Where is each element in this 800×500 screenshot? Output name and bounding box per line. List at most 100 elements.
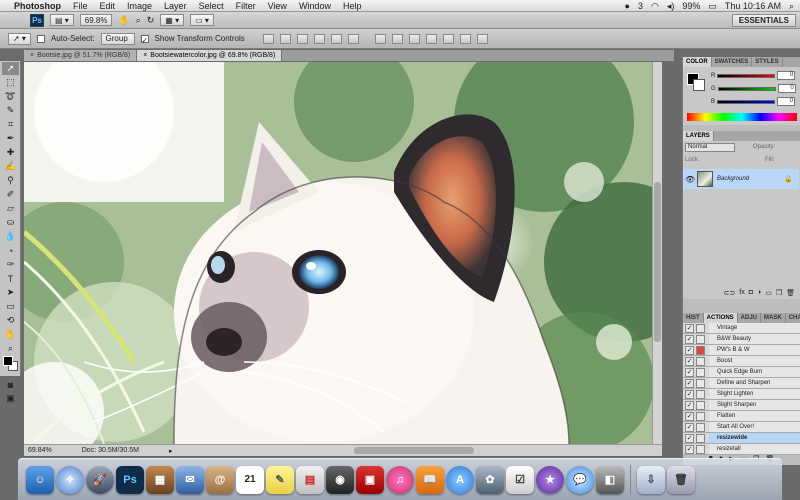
doc-tab-close[interactable]: × bbox=[30, 52, 34, 59]
shape-tool-icon[interactable]: ▭ bbox=[2, 300, 19, 313]
hand-tool-icon[interactable]: ✋ bbox=[118, 15, 129, 26]
app-store-icon[interactable]: A bbox=[446, 465, 474, 494]
photoshop-dock-icon[interactable]: Ps bbox=[116, 465, 144, 494]
launchpad-icon[interactable]: 🚀 bbox=[86, 465, 114, 494]
auto-align-button[interactable] bbox=[476, 33, 488, 44]
zoom-tool-icon-2[interactable]: ⌕ bbox=[2, 342, 19, 355]
app-menu[interactable]: Photoshop bbox=[14, 1, 61, 11]
imovie-icon[interactable]: ★ bbox=[536, 465, 564, 494]
reminders-icon[interactable]: ☑ bbox=[506, 465, 534, 494]
safari-icon[interactable]: ✧ bbox=[56, 465, 84, 494]
action-boost[interactable]: ✓ Boost bbox=[683, 356, 800, 367]
lasso-tool-icon[interactable]: ➰ bbox=[2, 90, 19, 103]
tab-history[interactable]: HIST bbox=[683, 313, 704, 323]
tab-swatches[interactable]: SWATCHES bbox=[712, 57, 753, 67]
image-capture-icon[interactable]: ▦ bbox=[146, 465, 174, 494]
facetime-icon[interactable]: ◉ bbox=[326, 465, 354, 494]
healing-brush-tool-icon[interactable]: ✚ bbox=[2, 146, 19, 159]
status-arrow-icon[interactable]: ▸ bbox=[169, 447, 173, 455]
3d-rotate-tool-icon[interactable]: ⟲ bbox=[2, 314, 19, 327]
status-zoom[interactable]: 69.84% bbox=[28, 447, 52, 454]
zoom-tool-icon[interactable]: ⌕ bbox=[136, 15, 141, 26]
wifi-icon[interactable]: ◠ bbox=[651, 1, 659, 12]
clock[interactable]: Thu 10:16 AM bbox=[725, 1, 781, 11]
align-top-button[interactable] bbox=[262, 33, 274, 44]
vertical-scrollbar[interactable] bbox=[652, 62, 662, 444]
action-quick-edge-burn[interactable]: ✓ Quick Edge Burn bbox=[683, 367, 800, 378]
calendar-icon[interactable]: 21 bbox=[236, 465, 264, 494]
history-brush-tool-icon[interactable]: ✐ bbox=[2, 188, 19, 201]
blend-mode-dropdown[interactable]: Normal bbox=[685, 143, 735, 152]
action-bw-beauty[interactable]: ✓ B&W Beauty bbox=[683, 334, 800, 345]
tab-styles[interactable]: STYLES bbox=[752, 57, 783, 67]
adjustment-icon[interactable]: ◑ bbox=[757, 289, 761, 299]
channel-r-slider[interactable] bbox=[717, 73, 776, 78]
tab-masks[interactable]: MASK bbox=[761, 313, 786, 323]
pen-tool-icon[interactable]: ✑ bbox=[2, 258, 19, 271]
menu-view[interactable]: View bbox=[268, 1, 287, 11]
action-slight-lighten[interactable]: ✓ Slight Lighten bbox=[683, 389, 800, 400]
photo-booth-icon[interactable]: ▣ bbox=[356, 465, 384, 494]
arrange-documents-button[interactable]: ▦ ▾ bbox=[160, 14, 185, 26]
doc-tab-bootsiewatercolor[interactable]: × Bootsiewatercolor.jpg @ 69.8% (RGB/8) bbox=[137, 50, 283, 61]
channel-r-value[interactable]: 0 bbox=[777, 71, 796, 80]
foreground-color-swatch[interactable] bbox=[3, 356, 13, 366]
distribute-top-button[interactable] bbox=[374, 33, 386, 44]
auto-select-checkbox[interactable] bbox=[36, 34, 45, 43]
action-start-all-over[interactable]: ✓ Start All Over! bbox=[683, 422, 800, 433]
notes-icon[interactable]: ✎ bbox=[266, 465, 294, 494]
tab-color[interactable]: COLOR bbox=[683, 57, 712, 67]
menu-layer[interactable]: Layer bbox=[164, 1, 187, 11]
doc-tab-bootsie[interactable]: × Bootsie.jpg @ 51.7% (RGB/8) bbox=[24, 50, 138, 61]
align-right-button[interactable] bbox=[347, 33, 359, 44]
spotlight-icon[interactable]: ⌕ bbox=[789, 1, 794, 12]
layer-row-background[interactable]: 👁 Background 🔒 bbox=[683, 169, 799, 189]
brush-tool-icon[interactable]: ✍ bbox=[2, 160, 19, 173]
marquee-tool-icon[interactable]: ⬚ bbox=[2, 76, 19, 89]
mail-icon[interactable]: ✉ bbox=[176, 465, 204, 494]
action-vintage[interactable]: ✓ Vintage bbox=[683, 323, 800, 334]
badge-count[interactable]: 3 bbox=[638, 1, 643, 11]
align-vcenter-button[interactable] bbox=[279, 33, 291, 44]
eraser-tool-icon[interactable]: ▱ bbox=[2, 202, 19, 215]
action-flatten[interactable]: ✓ Flatten bbox=[683, 411, 800, 422]
menu-select[interactable]: Select bbox=[199, 1, 224, 11]
menu-help[interactable]: Help bbox=[343, 1, 362, 11]
document-canvas[interactable] bbox=[24, 62, 652, 444]
link-layers-icon[interactable]: ⊂⊃ bbox=[724, 289, 736, 299]
paint-bucket-tool-icon[interactable]: ⛀ bbox=[2, 216, 19, 229]
action-pws-bw[interactable]: ✓ PW's B & W bbox=[683, 345, 800, 356]
action-resizetall[interactable]: ✓ resizetall bbox=[683, 444, 800, 455]
distribute-right-button[interactable] bbox=[459, 33, 471, 44]
channel-b-value[interactable]: 0 bbox=[777, 97, 796, 106]
fx-icon[interactable]: fx bbox=[739, 289, 744, 299]
tab-channels[interactable]: CHAN bbox=[786, 313, 800, 323]
menu-file[interactable]: File bbox=[73, 1, 88, 11]
tab-layers[interactable]: LAYERS bbox=[683, 131, 714, 141]
clone-stamp-tool-icon[interactable]: ⚲ bbox=[2, 174, 19, 187]
add-mask-icon[interactable]: ◘ bbox=[749, 289, 753, 299]
visibility-eye-icon[interactable]: 👁 bbox=[685, 175, 695, 184]
channel-g-value[interactable]: 0 bbox=[777, 84, 796, 93]
battery-percent[interactable]: 99% bbox=[682, 1, 700, 11]
align-left-button[interactable] bbox=[313, 33, 325, 44]
blur-tool-icon[interactable]: 💧 bbox=[2, 230, 19, 243]
itunes-icon[interactable]: ♫ bbox=[386, 465, 414, 494]
vertical-scroll-thumb[interactable] bbox=[654, 182, 661, 342]
volume-icon[interactable]: ◂) bbox=[667, 1, 675, 12]
channel-g-slider[interactable] bbox=[717, 86, 776, 91]
tab-actions[interactable]: ACTIONS bbox=[703, 313, 738, 323]
type-tool-icon[interactable]: T bbox=[2, 272, 19, 285]
tab-adjustments[interactable]: ADJU bbox=[738, 313, 762, 323]
auto-select-dropdown[interactable]: Group bbox=[100, 32, 135, 45]
tool-preset-picker[interactable]: ➚ ▾ bbox=[8, 32, 31, 45]
show-transform-checkbox[interactable]: ✓ bbox=[140, 34, 149, 45]
path-select-tool-icon[interactable]: ➤ bbox=[2, 286, 19, 299]
move-tool-icon[interactable]: ➚ bbox=[2, 62, 19, 75]
align-bottom-button[interactable] bbox=[296, 33, 308, 44]
screenshot-icon[interactable]: ◧ bbox=[596, 465, 624, 494]
horizontal-scroll-thumb[interactable] bbox=[354, 447, 474, 454]
action-resizewide[interactable]: ✓ resizewide bbox=[683, 433, 800, 444]
new-layer-icon[interactable]: ❐ bbox=[776, 289, 782, 299]
dodge-tool-icon[interactable]: ◔ bbox=[2, 244, 19, 257]
